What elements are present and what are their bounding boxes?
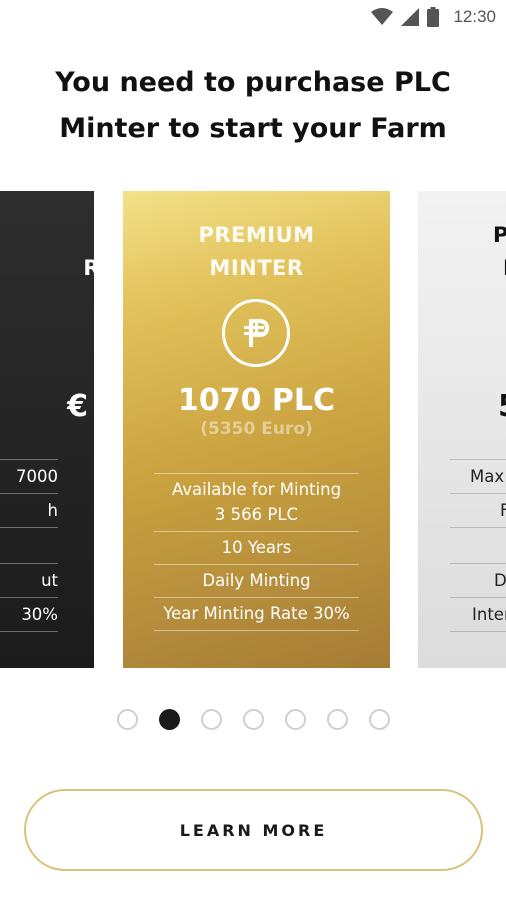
card-title-line-2: MINTER: [209, 256, 304, 280]
card-title-line-2: R: [83, 256, 94, 280]
page-title-line-1: You need to purchase PLC: [55, 67, 451, 98]
status-time: 12:30: [453, 7, 496, 26]
pager-dot[interactable]: [368, 709, 390, 730]
learn-more-button[interactable]: LEARN MORE: [24, 789, 483, 871]
card-price: 5: [498, 389, 506, 424]
pager-dot[interactable]: [200, 709, 222, 730]
card-feature: h: [0, 494, 58, 528]
card-title: P I: [493, 219, 506, 285]
card-title-line-2: I: [493, 252, 506, 285]
card-feature-frequency: Daily Minting: [154, 565, 359, 598]
card-feature-availability: Available for Minting 3 566 PLC: [154, 474, 359, 532]
pager-dot[interactable]: [242, 709, 264, 730]
battery-icon: [427, 7, 440, 27]
status-icons: 12:30: [371, 7, 496, 27]
pager-dot-active[interactable]: [158, 709, 180, 730]
feature-line: Available for Minting: [171, 480, 342, 499]
pager-dot[interactable]: [326, 709, 348, 730]
card-feature: D: [450, 564, 506, 598]
page-title-line-2: Minter to start your Farm: [59, 113, 447, 144]
card-title-line-1: PREMIUM: [198, 223, 315, 247]
card-feature: F: [450, 494, 506, 528]
card-feature-rate: Year Minting Rate 30%: [154, 598, 359, 631]
minter-card-previous[interactable]: l R € 7000 h ut 30%: [0, 191, 94, 668]
card-feature: [450, 528, 506, 564]
card-feature-duration: 10 Years: [154, 532, 359, 565]
card-feature: ut: [0, 564, 58, 598]
feature-line: 3 566 PLC: [214, 505, 299, 524]
minter-card-premium[interactable]: PREMIUM MINTER 1070 PLC (5350 Euro) Avai…: [123, 191, 390, 668]
page-title: You need to purchase PLC Minter to start…: [0, 60, 506, 152]
card-price-euro: (5350 Euro): [200, 419, 313, 439]
wifi-icon: [371, 8, 394, 26]
card-title-line-1: l: [83, 219, 94, 252]
plc-coin-icon: [222, 299, 290, 367]
card-feature: 7000: [0, 460, 58, 494]
card-title: l R: [83, 219, 94, 285]
cell-signal-icon: [401, 8, 420, 26]
pager-dot[interactable]: [284, 709, 306, 730]
card-feature: Max: [450, 460, 506, 494]
pager-dot[interactable]: [116, 709, 138, 730]
card-title-line-1: P: [493, 223, 506, 247]
card-feature: Inter: [450, 598, 506, 632]
carousel-pager: [0, 709, 506, 730]
card-feature: [0, 528, 58, 564]
minter-card-next[interactable]: P I 5 Max F D Inter: [418, 191, 506, 668]
card-feature-list: Available for Minting 3 566 PLC 10 Years…: [154, 473, 359, 631]
card-title: PREMIUM MINTER: [123, 219, 390, 285]
status-bar: 12:30: [0, 0, 506, 36]
card-feature-list: Max F D Inter: [450, 459, 506, 632]
card-price: 1070 PLC: [177, 383, 336, 418]
card-price: €: [67, 389, 88, 424]
card-feature-list: 7000 h ut 30%: [0, 459, 58, 632]
card-feature: 30%: [0, 598, 58, 632]
